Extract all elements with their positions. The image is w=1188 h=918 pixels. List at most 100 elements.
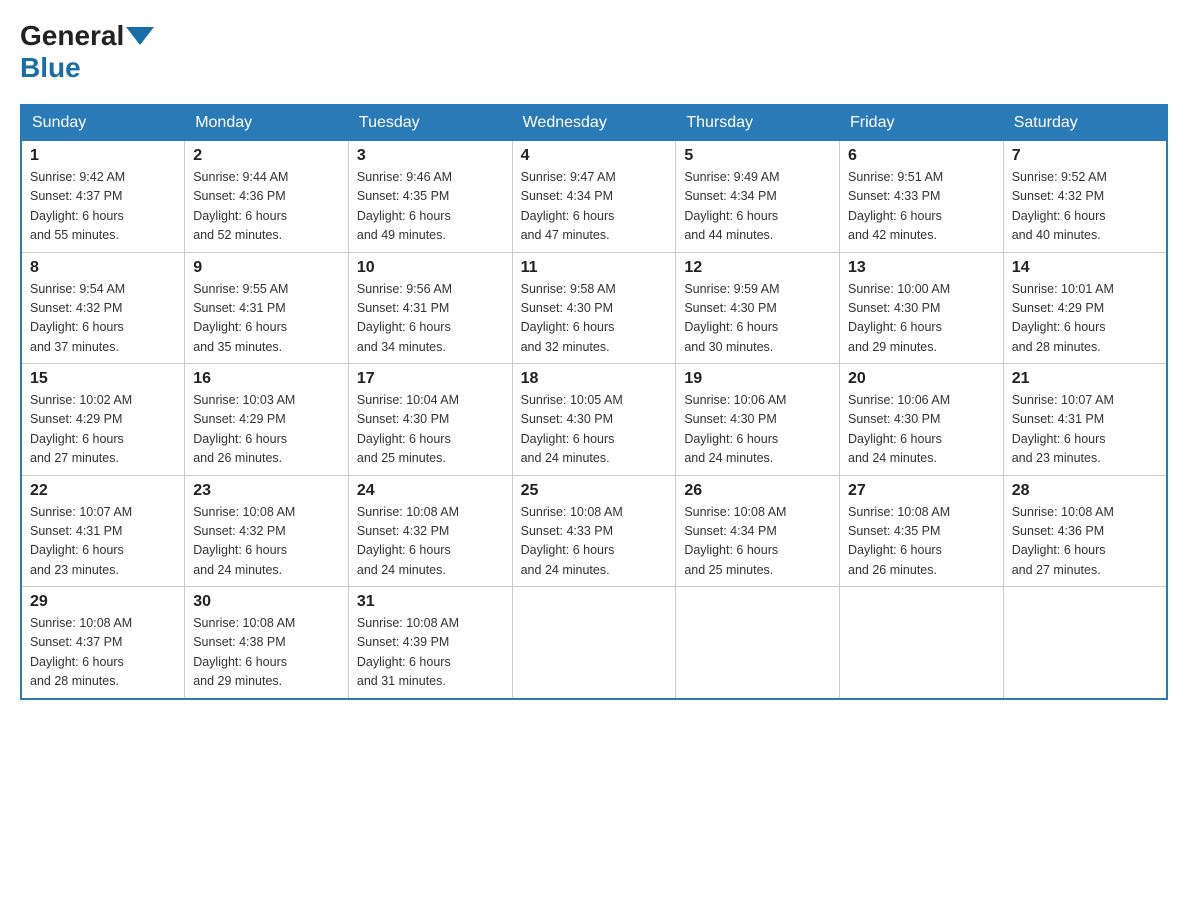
day-info: Sunrise: 10:07 AMSunset: 4:31 PMDaylight… [1012,391,1158,469]
day-header-monday: Monday [185,105,349,141]
day-info: Sunrise: 10:08 AMSunset: 4:35 PMDaylight… [848,503,995,581]
calendar-cell: 6 Sunrise: 9:51 AMSunset: 4:33 PMDaylight… [840,141,1004,253]
day-header-sunday: Sunday [21,105,185,141]
day-header-thursday: Thursday [676,105,840,141]
day-info: Sunrise: 10:08 AMSunset: 4:37 PMDaylight… [30,614,176,692]
day-info: Sunrise: 9:58 AMSunset: 4:30 PMDaylight:… [521,280,668,358]
day-number: 26 [684,482,831,500]
day-number: 22 [30,482,176,500]
calendar-week-row: 1 Sunrise: 9:42 AMSunset: 4:37 PMDaylight… [21,141,1167,253]
day-number: 11 [521,259,668,277]
calendar-cell: 1 Sunrise: 9:42 AMSunset: 4:37 PMDaylight… [21,141,185,253]
calendar-cell: 11 Sunrise: 9:58 AMSunset: 4:30 PMDayligh… [512,252,676,364]
day-number: 7 [1012,147,1158,165]
logo-general-text: General [20,20,124,52]
day-number: 1 [30,147,176,165]
calendar-cell: 16 Sunrise: 10:03 AMSunset: 4:29 PMDaylig… [185,364,349,476]
day-number: 13 [848,259,995,277]
calendar-cell: 9 Sunrise: 9:55 AMSunset: 4:31 PMDaylight… [185,252,349,364]
day-number: 24 [357,482,504,500]
day-info: Sunrise: 10:07 AMSunset: 4:31 PMDaylight… [30,503,176,581]
calendar-week-row: 15 Sunrise: 10:02 AMSunset: 4:29 PMDaylig… [21,364,1167,476]
calendar-table: SundayMondayTuesdayWednesdayThursdayFrid… [20,104,1168,700]
calendar-cell: 8Sunrise: 9:54 AMSunset: 4:32 PMDaylight… [21,252,185,364]
day-number: 23 [193,482,340,500]
day-number: 2 [193,147,340,165]
day-number: 25 [521,482,668,500]
day-header-wednesday: Wednesday [512,105,676,141]
day-info: Sunrise: 10:04 AMSunset: 4:30 PMDaylight… [357,391,504,469]
calendar-cell: 25Sunrise: 10:08 AMSunset: 4:33 PMDaylig… [512,475,676,587]
calendar-cell: 20 Sunrise: 10:06 AMSunset: 4:30 PMDaylig… [840,364,1004,476]
calendar-header-row: SundayMondayTuesdayWednesdayThursdayFrid… [21,105,1167,141]
day-number: 14 [1012,259,1158,277]
calendar-cell: 22 Sunrise: 10:07 AMSunset: 4:31 PMDaylig… [21,475,185,587]
day-info: Sunrise: 10:08 AMSunset: 4:36 PMDaylight… [1012,503,1158,581]
day-number: 12 [684,259,831,277]
page-header: General Blue [20,20,1168,84]
calendar-cell [676,587,840,699]
calendar-cell: 15 Sunrise: 10:02 AMSunset: 4:29 PMDaylig… [21,364,185,476]
day-info: Sunrise: 9:55 AMSunset: 4:31 PMDaylight:… [193,280,340,358]
calendar-cell: 26 Sunrise: 10:08 AMSunset: 4:34 PMDaylig… [676,475,840,587]
day-number: 8 [30,259,176,277]
day-number: 5 [684,147,831,165]
day-info: Sunrise: 10:00 AMSunset: 4:30 PMDaylight… [848,280,995,358]
calendar-week-row: 22 Sunrise: 10:07 AMSunset: 4:31 PMDaylig… [21,475,1167,587]
logo-arrow-icon [126,27,154,45]
calendar-cell: 18Sunrise: 10:05 AMSunset: 4:30 PMDaylig… [512,364,676,476]
day-info: Sunrise: 10:06 AMSunset: 4:30 PMDaylight… [684,391,831,469]
calendar-cell: 13 Sunrise: 10:00 AMSunset: 4:30 PMDaylig… [840,252,1004,364]
logo-blue-text: Blue [20,52,81,83]
day-info: Sunrise: 9:44 AMSunset: 4:36 PMDaylight:… [193,168,340,246]
day-info: Sunrise: 10:03 AMSunset: 4:29 PMDaylight… [193,391,340,469]
day-info: Sunrise: 9:52 AMSunset: 4:32 PMDaylight:… [1012,168,1158,246]
day-number: 18 [521,370,668,388]
day-number: 17 [357,370,504,388]
calendar-cell: 4Sunrise: 9:47 AMSunset: 4:34 PMDaylight… [512,141,676,253]
calendar-cell: 7 Sunrise: 9:52 AMSunset: 4:32 PMDaylight… [1003,141,1167,253]
calendar-cell: 19 Sunrise: 10:06 AMSunset: 4:30 PMDaylig… [676,364,840,476]
day-number: 19 [684,370,831,388]
calendar-cell: 29Sunrise: 10:08 AMSunset: 4:37 PMDaylig… [21,587,185,699]
calendar-cell: 21 Sunrise: 10:07 AMSunset: 4:31 PMDaylig… [1003,364,1167,476]
calendar-cell: 24 Sunrise: 10:08 AMSunset: 4:32 PMDaylig… [348,475,512,587]
day-info: Sunrise: 9:42 AMSunset: 4:37 PMDaylight:… [30,168,176,246]
calendar-cell: 30 Sunrise: 10:08 AMSunset: 4:38 PMDaylig… [185,587,349,699]
day-number: 9 [193,259,340,277]
logo: General Blue [20,20,156,84]
calendar-cell [512,587,676,699]
calendar-cell: 10Sunrise: 9:56 AMSunset: 4:31 PMDayligh… [348,252,512,364]
calendar-cell: 23 Sunrise: 10:08 AMSunset: 4:32 PMDaylig… [185,475,349,587]
day-number: 16 [193,370,340,388]
day-info: Sunrise: 10:08 AMSunset: 4:32 PMDaylight… [193,503,340,581]
day-info: Sunrise: 10:02 AMSunset: 4:29 PMDaylight… [30,391,176,469]
day-number: 6 [848,147,995,165]
day-info: Sunrise: 10:08 AMSunset: 4:34 PMDaylight… [684,503,831,581]
day-number: 3 [357,147,504,165]
day-info: Sunrise: 9:47 AMSunset: 4:34 PMDaylight:… [521,168,668,246]
day-info: Sunrise: 9:59 AMSunset: 4:30 PMDaylight:… [684,280,831,358]
day-number: 21 [1012,370,1158,388]
day-info: Sunrise: 10:06 AMSunset: 4:30 PMDaylight… [848,391,995,469]
calendar-week-row: 8Sunrise: 9:54 AMSunset: 4:32 PMDaylight… [21,252,1167,364]
day-info: Sunrise: 10:01 AMSunset: 4:29 PMDaylight… [1012,280,1158,358]
calendar-cell: 12 Sunrise: 9:59 AMSunset: 4:30 PMDayligh… [676,252,840,364]
calendar-cell: 17 Sunrise: 10:04 AMSunset: 4:30 PMDaylig… [348,364,512,476]
calendar-week-row: 29Sunrise: 10:08 AMSunset: 4:37 PMDaylig… [21,587,1167,699]
day-info: Sunrise: 9:51 AMSunset: 4:33 PMDaylight:… [848,168,995,246]
day-info: Sunrise: 10:08 AMSunset: 4:38 PMDaylight… [193,614,340,692]
calendar-cell: 14 Sunrise: 10:01 AMSunset: 4:29 PMDaylig… [1003,252,1167,364]
day-info: Sunrise: 9:46 AMSunset: 4:35 PMDaylight:… [357,168,504,246]
day-number: 15 [30,370,176,388]
day-number: 20 [848,370,995,388]
day-info: Sunrise: 10:08 AMSunset: 4:32 PMDaylight… [357,503,504,581]
calendar-cell [1003,587,1167,699]
day-header-saturday: Saturday [1003,105,1167,141]
day-info: Sunrise: 9:56 AMSunset: 4:31 PMDaylight:… [357,280,504,358]
day-number: 27 [848,482,995,500]
day-number: 30 [193,593,340,611]
calendar-cell [840,587,1004,699]
calendar-cell: 5Sunrise: 9:49 AMSunset: 4:34 PMDaylight… [676,141,840,253]
calendar-cell: 2 Sunrise: 9:44 AMSunset: 4:36 PMDaylight… [185,141,349,253]
